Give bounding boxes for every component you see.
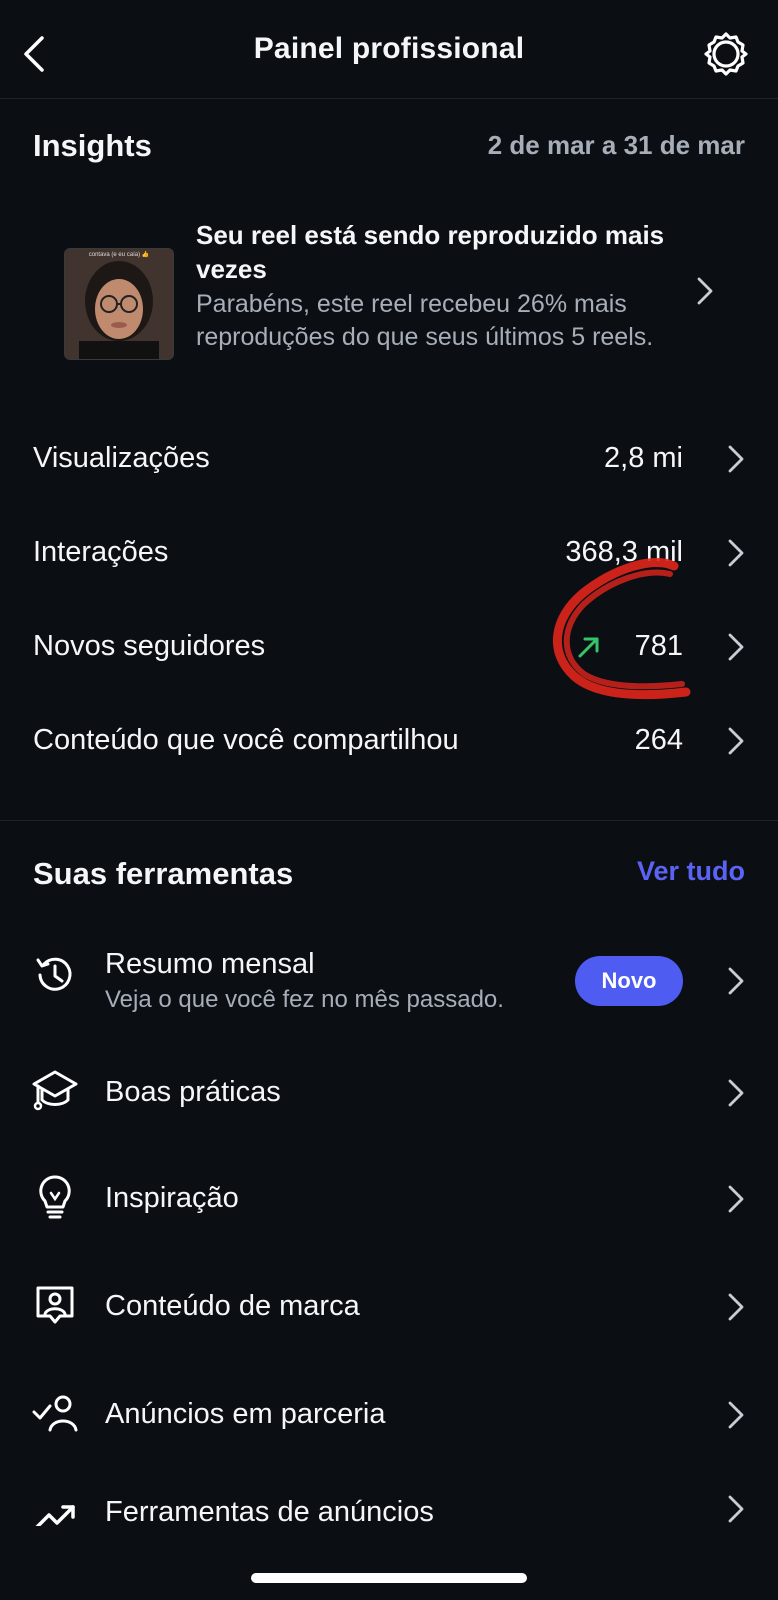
chevron-right-icon xyxy=(728,967,744,995)
metric-value: 264 xyxy=(634,724,683,756)
date-range[interactable]: 2 de mar a 31 de mar xyxy=(488,130,745,161)
tool-label: Boas práticas xyxy=(105,1076,281,1108)
chevron-right-icon xyxy=(728,445,744,473)
chevron-right-icon xyxy=(728,633,744,661)
gear-icon xyxy=(704,32,748,76)
chevron-right-icon xyxy=(728,1185,744,1213)
metric-label: Interações xyxy=(33,536,169,568)
tool-subtitle: Veja o que você fez no mês passado. xyxy=(105,986,504,1013)
reel-card-description: Parabéns, este reel recebeu 26% mais rep… xyxy=(196,290,654,351)
partner-ads-icon xyxy=(32,1395,78,1432)
trending-up-icon xyxy=(35,1505,75,1526)
tool-label: Conteúdo de marca xyxy=(105,1290,360,1322)
metric-value: 2,8 mi xyxy=(604,442,683,474)
metric-label: Visualizações xyxy=(33,442,210,474)
metric-label: Novos seguidores xyxy=(33,630,266,662)
top-bar: Painel profissional xyxy=(0,0,778,99)
page-title: Painel profissional xyxy=(253,32,525,65)
lightbulb-icon xyxy=(39,1175,71,1219)
tool-inspiracao[interactable]: Inspiração xyxy=(30,1160,745,1240)
home-indicator[interactable] xyxy=(251,1573,527,1583)
new-badge: Novo xyxy=(575,956,683,1006)
section-divider xyxy=(0,820,778,821)
tool-conteudo-de-marca[interactable]: Conteúdo de marca xyxy=(30,1268,745,1348)
tool-boas-praticas[interactable]: Boas práticas xyxy=(30,1054,745,1134)
metric-row-conteudo-compartilhado[interactable]: Conteúdo que você compartilhou 264 xyxy=(33,712,745,772)
tool-label: Resumo mensal xyxy=(105,948,315,980)
metric-label: Conteúdo que você compartilhou xyxy=(33,724,459,756)
reel-thumbnail-image xyxy=(65,249,173,359)
history-icon xyxy=(36,957,72,991)
chevron-right-icon xyxy=(728,1401,744,1429)
reel-insight-card[interactable]: contava (e eu caía) 👍 Seu reel está send… xyxy=(64,218,754,388)
settings-button[interactable] xyxy=(702,30,750,78)
chevron-right-icon xyxy=(728,539,744,567)
chevron-right-icon xyxy=(697,277,713,305)
branded-content-icon xyxy=(36,1286,74,1324)
reel-card-title: Seu reel está sendo reproduzido mais vez… xyxy=(196,220,665,284)
tool-ferramentas-de-anuncios[interactable]: Ferramentas de anúncios xyxy=(30,1482,745,1526)
thumbnail-caption: contava (e eu caía) 👍 xyxy=(88,252,150,258)
insights-heading: Insights xyxy=(33,128,152,163)
metric-row-visualizacoes[interactable]: Visualizações 2,8 mi xyxy=(33,430,745,490)
tool-label: Ferramentas de anúncios xyxy=(105,1496,434,1526)
tool-resumo-mensal[interactable]: Resumo mensal Veja o que você fez no mês… xyxy=(30,930,745,1030)
red-scribble-annotation xyxy=(552,558,691,700)
chevron-right-icon xyxy=(728,1079,744,1107)
tools-heading: Suas ferramentas xyxy=(33,856,294,891)
tool-label: Anúncios em parceria xyxy=(105,1398,386,1430)
see-all-link[interactable]: Ver tudo xyxy=(637,856,745,887)
graduation-cap-icon xyxy=(32,1070,78,1111)
chevron-right-icon xyxy=(728,1495,744,1523)
chevron-right-icon xyxy=(728,1293,744,1321)
reel-thumbnail: contava (e eu caía) 👍 xyxy=(64,248,174,360)
chevron-right-icon xyxy=(728,727,744,755)
tool-anuncios-em-parceria[interactable]: Anúncios em parceria xyxy=(30,1376,745,1456)
tool-label: Inspiração xyxy=(105,1182,239,1214)
